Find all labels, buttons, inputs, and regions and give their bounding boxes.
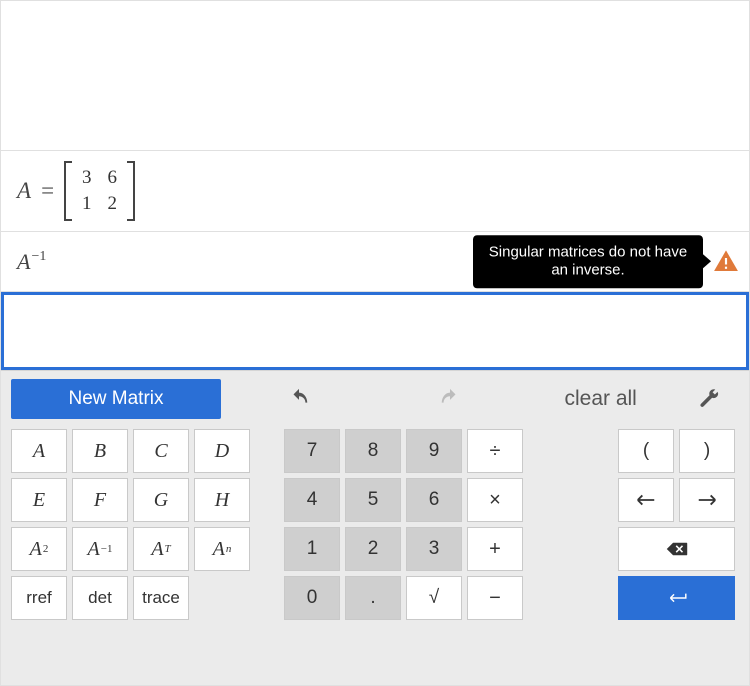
- letters-group: A B C D E F G H A2 A−1 AT An rref det tr…: [11, 429, 250, 620]
- matrix-calculator: A = 3 6 1 2 A−1: [0, 0, 750, 686]
- arrow-right-icon: [696, 492, 718, 508]
- key-left-arrow[interactable]: [618, 478, 674, 522]
- expr-exponent: −1: [31, 249, 46, 264]
- wrench-icon: [696, 388, 722, 410]
- key-det[interactable]: det: [72, 576, 128, 620]
- key-4[interactable]: 4: [284, 478, 340, 522]
- key-rparen[interactable]: ): [679, 429, 735, 473]
- warning-icon[interactable]: [713, 249, 739, 275]
- key-1[interactable]: 1: [284, 527, 340, 571]
- clear-all-button[interactable]: clear all: [528, 379, 673, 419]
- key-A-transpose[interactable]: AT: [133, 527, 189, 571]
- key-backspace[interactable]: [618, 527, 735, 571]
- key-trace[interactable]: trace: [133, 576, 189, 620]
- expr-base: A: [17, 249, 30, 274]
- key-0[interactable]: 0: [284, 576, 340, 620]
- undo-button[interactable]: [227, 379, 372, 419]
- key-lparen[interactable]: (: [618, 429, 674, 473]
- key-multiply[interactable]: ×: [467, 478, 523, 522]
- backspace-icon: [666, 541, 688, 557]
- matrix-cell: 6: [108, 167, 118, 189]
- keypad-toolbar: New Matrix clear all: [11, 379, 739, 419]
- key-9[interactable]: 9: [406, 429, 462, 473]
- key-C[interactable]: C: [133, 429, 189, 473]
- key-sqrt[interactable]: √: [406, 576, 462, 620]
- matrix-definition: A = 3 6 1 2: [17, 161, 135, 221]
- right-group: ( ): [618, 429, 735, 620]
- key-A-inverse[interactable]: A−1: [72, 527, 128, 571]
- settings-button[interactable]: [679, 379, 739, 419]
- key-rref[interactable]: rref: [11, 576, 67, 620]
- key-3[interactable]: 3: [406, 527, 462, 571]
- key-A-power-n[interactable]: An: [194, 527, 250, 571]
- matrix-cell: 1: [82, 193, 92, 215]
- key-dot[interactable]: .: [345, 576, 401, 620]
- undo-icon: [286, 388, 312, 410]
- arrow-left-icon: [635, 492, 657, 508]
- key-right-arrow[interactable]: [679, 478, 735, 522]
- keys-row: A B C D E F G H A2 A−1 AT An rref det tr…: [11, 429, 739, 620]
- key-minus[interactable]: −: [467, 576, 523, 620]
- equals-sign: =: [41, 178, 54, 204]
- key-6[interactable]: 6: [406, 478, 462, 522]
- matrix-cells: 3 6 1 2: [72, 161, 127, 221]
- key-B[interactable]: B: [72, 429, 128, 473]
- input-row[interactable]: [1, 292, 749, 370]
- key-divide[interactable]: ÷: [467, 429, 523, 473]
- display-area: A = 3 6 1 2 A−1: [1, 1, 749, 370]
- key-5[interactable]: 5: [345, 478, 401, 522]
- key-G[interactable]: G: [133, 478, 189, 522]
- expression: A−1: [17, 249, 46, 275]
- key-H[interactable]: H: [194, 478, 250, 522]
- redo-button[interactable]: [378, 379, 523, 419]
- display-blank: [1, 1, 749, 151]
- key-F[interactable]: F: [72, 478, 128, 522]
- matrix-cell: 2: [108, 193, 118, 215]
- display-definition-row[interactable]: A = 3 6 1 2: [1, 151, 749, 232]
- key-A-squared[interactable]: A2: [11, 527, 67, 571]
- key-7[interactable]: 7: [284, 429, 340, 473]
- key-enter[interactable]: [618, 576, 735, 620]
- key-A[interactable]: A: [11, 429, 67, 473]
- display-expression-row[interactable]: A−1 Singular matrices do not have an inv…: [1, 232, 749, 292]
- bracket-right: [127, 161, 135, 221]
- error-tooltip: Singular matrices do not have an inverse…: [473, 235, 703, 289]
- redo-icon: [437, 388, 463, 410]
- key-8[interactable]: 8: [345, 429, 401, 473]
- numpad-group: 7 8 9 ÷ 4 5 6 × 1 2 3 + 0 . √ −: [284, 429, 523, 620]
- new-matrix-button[interactable]: New Matrix: [11, 379, 221, 419]
- error-indicator: Singular matrices do not have an inverse…: [473, 235, 739, 289]
- matrix-var: A: [17, 178, 31, 204]
- key-plus[interactable]: +: [467, 527, 523, 571]
- bracket-left: [64, 161, 72, 221]
- keypad: New Matrix clear all A B C D E F G H: [1, 370, 749, 685]
- matrix-cell: 3: [82, 167, 92, 189]
- key-D[interactable]: D: [194, 429, 250, 473]
- key-2[interactable]: 2: [345, 527, 401, 571]
- enter-icon: [666, 590, 688, 606]
- key-E[interactable]: E: [11, 478, 67, 522]
- matrix-literal: 3 6 1 2: [64, 161, 135, 221]
